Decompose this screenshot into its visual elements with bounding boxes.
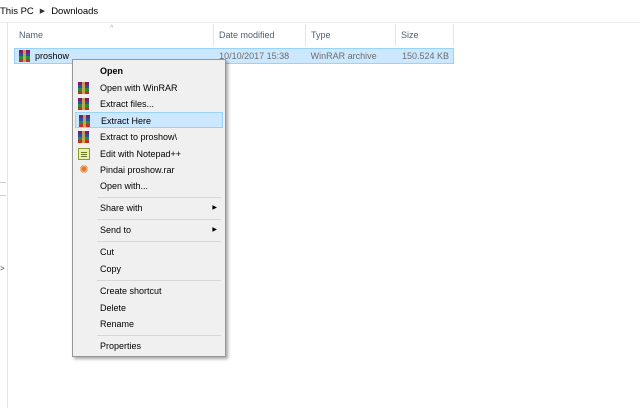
- sort-ascending-icon: ^: [110, 25, 114, 32]
- nav-pane-expand-icon[interactable]: >: [0, 264, 5, 273]
- file-size: 150.524 KB: [401, 51, 449, 61]
- winrar-icon: [78, 131, 90, 143]
- menu-item-open-with-winrar[interactable]: Open with WinRAR: [75, 80, 223, 96]
- menu-item-open-with[interactable]: Open with...: [75, 178, 223, 194]
- notepad-plus-icon: [78, 148, 90, 160]
- menu-item-rename[interactable]: Rename: [75, 316, 223, 332]
- column-header: ^ Name Date modified Type Size: [14, 24, 454, 46]
- column-name[interactable]: ^ Name: [14, 24, 214, 46]
- address-bar[interactable]: This PC ▶ Downloads: [0, 0, 640, 23]
- file-type: WinRAR archive: [310, 51, 377, 61]
- menu-item-cut[interactable]: Cut: [75, 244, 223, 260]
- column-type[interactable]: Type: [306, 24, 396, 46]
- file-date: 10/10/2017 15:38: [219, 51, 290, 61]
- menu-separator: [97, 335, 221, 336]
- menu-item-create-shortcut[interactable]: Create shortcut: [75, 283, 223, 299]
- menu-separator: [97, 197, 221, 198]
- avast-scan-icon: ✺: [79, 164, 89, 176]
- context-menu: Open Open with WinRAR Extract files... E…: [72, 59, 226, 357]
- nav-pane-item[interactable]: [0, 182, 6, 196]
- breadcrumb-downloads[interactable]: Downloads: [45, 6, 104, 17]
- winrar-archive-icon: [19, 50, 30, 62]
- submenu-arrow-icon: ▶: [212, 227, 217, 233]
- menu-item-extract-files[interactable]: Extract files...: [75, 96, 223, 112]
- menu-separator: [97, 241, 221, 242]
- submenu-arrow-icon: ▶: [212, 205, 217, 211]
- menu-item-delete[interactable]: Delete: [75, 300, 223, 316]
- column-type-label: Type: [311, 30, 331, 40]
- winrar-icon: [79, 115, 91, 127]
- column-size[interactable]: Size: [396, 24, 454, 46]
- column-date-modified[interactable]: Date modified: [214, 24, 306, 46]
- menu-separator: [97, 280, 221, 281]
- menu-separator: [97, 219, 221, 220]
- column-size-label: Size: [401, 30, 419, 40]
- breadcrumb-this-pc[interactable]: This PC: [0, 6, 40, 17]
- navigation-pane: >: [0, 22, 8, 408]
- menu-item-copy[interactable]: Copy: [75, 261, 223, 277]
- winrar-icon: [78, 98, 90, 110]
- column-date-label: Date modified: [219, 30, 275, 40]
- menu-item-scan-file[interactable]: ✺ Pindai proshow.rar: [75, 162, 223, 178]
- menu-item-extract-to-folder[interactable]: Extract to proshow\: [75, 129, 223, 145]
- menu-item-edit-notepad-plus[interactable]: Edit with Notepad++: [75, 146, 223, 162]
- menu-item-send-to[interactable]: Send to ▶: [75, 222, 223, 238]
- menu-item-share-with[interactable]: Share with ▶: [75, 200, 223, 216]
- column-name-label: Name: [19, 30, 44, 40]
- menu-item-properties[interactable]: Properties: [75, 338, 223, 354]
- menu-item-extract-here[interactable]: Extract Here: [75, 112, 223, 128]
- winrar-icon: [78, 82, 90, 94]
- file-name: proshow: [35, 51, 70, 61]
- menu-item-open[interactable]: Open: [75, 63, 223, 79]
